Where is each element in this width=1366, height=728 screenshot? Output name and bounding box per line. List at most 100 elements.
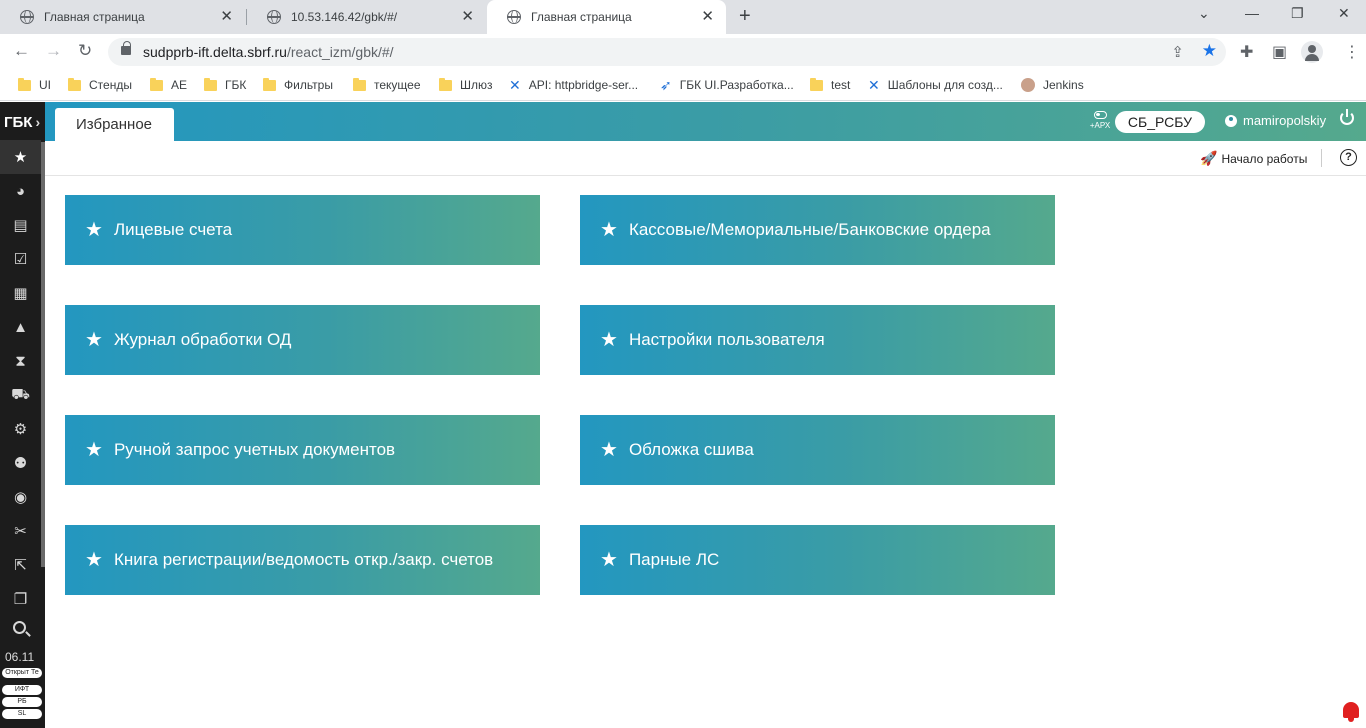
profile-avatar[interactable]: [1301, 41, 1323, 63]
organization-selector[interactable]: СБ_РСБУ: [1115, 111, 1205, 133]
bookmark-label: Фильтры: [284, 78, 333, 92]
minimize-icon[interactable]: —: [1245, 5, 1259, 21]
tab-favorites[interactable]: Избранное: [55, 108, 174, 141]
search-icon[interactable]: [13, 621, 26, 634]
star-icon: ★: [600, 329, 618, 351]
tile-label: Книга регистрации/ведомость откр./закр. …: [113, 550, 494, 569]
power-icon[interactable]: [1340, 109, 1354, 125]
tile-label: Настройки пользователя: [628, 330, 825, 349]
bookmark-item[interactable]: текущее: [353, 77, 421, 93]
bookmark-star-icon[interactable]: ★: [1202, 41, 1217, 61]
favorite-tile[interactable]: ★ Ручной запрос учетных документов: [65, 415, 540, 485]
restore-icon[interactable]: ❐: [1291, 5, 1304, 22]
notification-bell-icon[interactable]: [1340, 700, 1362, 722]
bookmark-item[interactable]: test: [810, 77, 850, 93]
book-open-icon: ❐: [13, 591, 28, 608]
pie-chart-icon: ◕: [15, 182, 26, 200]
close-icon[interactable]: ✕: [461, 9, 474, 25]
user-gear-icon: ⚉: [13, 455, 28, 472]
sidebar-item-road[interactable]: ▲: [0, 310, 41, 344]
extensions-icon[interactable]: ✚: [1240, 42, 1253, 62]
bookmark-item[interactable]: AE: [150, 77, 187, 93]
sidebar-item-delivery[interactable]: ⛟: [0, 378, 41, 412]
app-sidebar: ГБК › ★ ◕ ▤ ☑ ▦ ▲ ⧗ ⛟ ⚙ ⚉ ◉ ✂ ⇱ ❐ 06.11 …: [0, 102, 45, 728]
browser-tab-2[interactable]: 10.53.146.42/gbk/#/ ✕: [247, 0, 486, 34]
sidebar-item-user-settings[interactable]: ⚉: [0, 446, 41, 480]
status-pill: ИФТ: [2, 685, 42, 695]
tile-label: Обложка сшива: [628, 440, 754, 459]
sidebar-item-docs[interactable]: ❐: [0, 582, 41, 616]
sidebar-toggle[interactable]: ГБК ›: [0, 102, 45, 142]
url-host: sudpprb-ift.delta.sbrf.ru: [143, 44, 287, 60]
new-tab-icon[interactable]: +: [739, 6, 751, 26]
sidebar-item-external[interactable]: ⇱: [0, 548, 41, 582]
window-close-icon[interactable]: ✕: [1338, 5, 1350, 22]
sidebar-item-favorites[interactable]: ★: [0, 140, 41, 174]
getting-started-link[interactable]: 🚀 Начало работы: [1200, 150, 1307, 167]
sidebar-item-calendar[interactable]: ▤: [0, 208, 41, 242]
star-icon: ★: [13, 149, 28, 166]
favorite-tile[interactable]: ★ Обложка сшива: [580, 415, 1055, 485]
reload-icon[interactable]: ↻: [78, 42, 92, 60]
truck-loading-icon: ⛟: [11, 385, 30, 403]
side-panel-icon[interactable]: ▣: [1272, 42, 1287, 62]
sidebar-scrollbar[interactable]: [41, 142, 45, 567]
browser-tab-title: Главная страница: [531, 10, 632, 24]
user-menu[interactable]: mamiropolskiy: [1225, 113, 1326, 128]
share-icon[interactable]: ⇪: [1171, 43, 1184, 61]
back-icon[interactable]: ←: [13, 42, 30, 60]
bookmark-item[interactable]: Фильтры: [263, 77, 333, 93]
browser-tab-3[interactable]: Главная страница ✕: [487, 0, 726, 34]
sidebar-item-tools[interactable]: ✂: [0, 514, 41, 548]
bookmark-label: Шлюз: [460, 78, 493, 92]
close-icon[interactable]: ✕: [701, 9, 714, 25]
sidebar-item-calendar-grid[interactable]: ▦: [0, 276, 41, 310]
star-icon: ★: [600, 219, 618, 241]
bookmark-item[interactable]: Jenkins: [1021, 77, 1084, 93]
favorite-tile[interactable]: ★ Парные ЛС: [580, 525, 1055, 595]
tab-search-icon[interactable]: ⌄: [1198, 5, 1210, 22]
url-text: sudpprb-ift.delta.sbrf.ru/react_izm/gbk/…: [143, 44, 394, 60]
hourglass-icon: ⧗: [15, 352, 26, 370]
sidebar-item-reports[interactable]: ◕: [0, 174, 41, 208]
bookmark-item[interactable]: ➶ ГБК UI.Разработка...: [660, 77, 794, 93]
archive-toggle[interactable]: +АРХ: [1088, 111, 1112, 130]
sidebar-item-hourglass[interactable]: ⧗: [0, 344, 41, 378]
sidebar-item-calendar-check[interactable]: ☑: [0, 242, 41, 276]
tile-label: Лицевые счета: [113, 220, 233, 239]
star-icon: ★: [85, 329, 103, 351]
help-icon[interactable]: ?: [1340, 149, 1357, 166]
favorite-tile[interactable]: ★ Книга регистрации/ведомость откр./закр…: [65, 525, 540, 595]
lock-icon[interactable]: [121, 41, 131, 55]
favorite-tile[interactable]: ★ Лицевые счета: [65, 195, 540, 265]
rocket-icon: 🚀: [1200, 150, 1218, 166]
bookmark-item[interactable]: Стенды: [68, 77, 132, 93]
browser-tabstrip: Главная страница ✕ 10.53.146.42/gbk/#/ ✕…: [0, 0, 1366, 34]
calendar-grid-icon: ▦: [13, 285, 28, 302]
favorite-tile[interactable]: ★ Журнал обработки ОД: [65, 305, 540, 375]
address-bar[interactable]: sudpprb-ift.delta.sbrf.ru/react_izm/gbk/…: [108, 38, 1226, 66]
sidebar-item-settings[interactable]: ⚙: [0, 412, 41, 446]
bookmark-label: ГБК: [225, 78, 247, 92]
bookmark-label: UI: [39, 78, 51, 92]
app-title: ГБК: [4, 113, 33, 131]
favorite-tile[interactable]: ★ Кассовые/Мемориальные/Банковские ордер…: [580, 195, 1055, 265]
bookmark-item[interactable]: ✕ API: httpbridge-ser...: [509, 77, 638, 93]
globe-icon: [20, 10, 34, 24]
tile-label: Парные ЛС: [628, 550, 720, 569]
bookmark-item[interactable]: Шлюз: [439, 77, 493, 93]
folder-icon: [439, 77, 452, 91]
bookmark-item[interactable]: ГБК: [204, 77, 246, 93]
bookmark-label: ГБК UI.Разработка...: [679, 78, 794, 92]
forward-icon[interactable]: →: [45, 42, 62, 60]
menu-icon[interactable]: ⋮: [1344, 42, 1360, 62]
star-icon: ★: [600, 439, 618, 461]
bookmark-item[interactable]: ✕ Шаблоны для созд...: [868, 77, 1003, 93]
browser-tab-1[interactable]: Главная страница ✕: [0, 0, 245, 34]
sidebar-item-profile[interactable]: ◉: [0, 480, 41, 514]
bookmark-item[interactable]: UI: [18, 77, 51, 93]
close-icon[interactable]: ✕: [220, 9, 233, 25]
favorite-tile[interactable]: ★ Настройки пользователя: [580, 305, 1055, 375]
user-circle-icon: ◉: [13, 489, 28, 506]
bookmark-label: Стенды: [89, 78, 132, 92]
